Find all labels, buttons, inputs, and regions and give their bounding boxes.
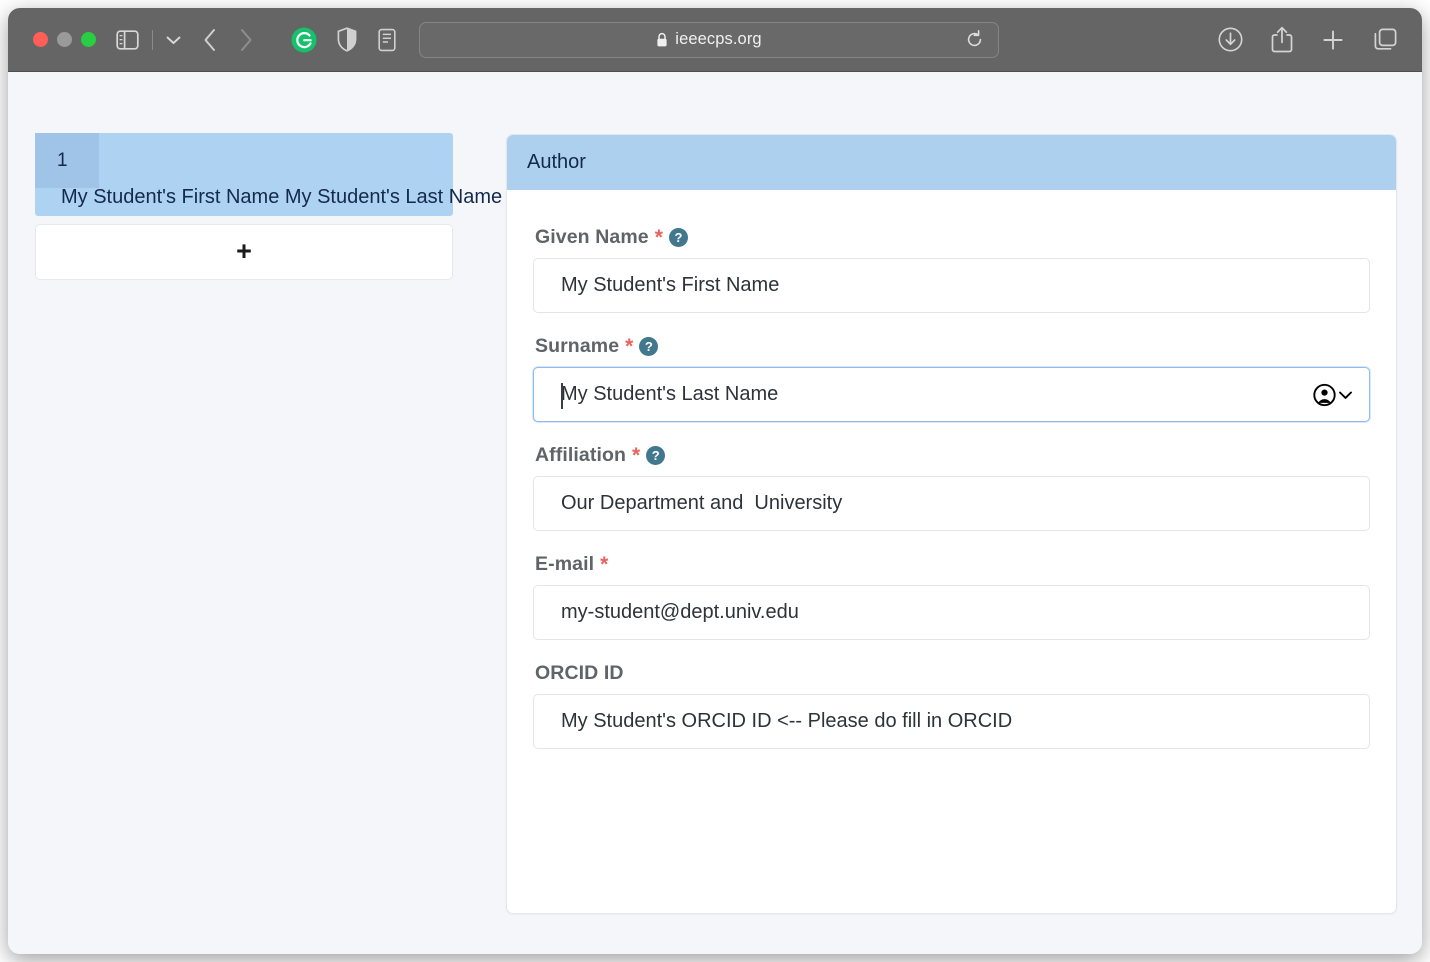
- grammarly-extension-icon[interactable]: [291, 23, 317, 57]
- required-marker: *: [654, 226, 663, 249]
- label-text: Surname: [535, 335, 620, 357]
- field-affiliation: Affiliation * ? Our Department and Unive…: [533, 444, 1370, 531]
- author-chip-list: 1 My Student's First Name My Student's L…: [35, 133, 502, 280]
- affiliation-input[interactable]: Our Department and University: [533, 476, 1370, 531]
- author-panel-title: Author: [507, 135, 1396, 190]
- author-card-name: My Student's First Name My Student's Las…: [61, 186, 503, 208]
- label-affiliation: Affiliation * ?: [535, 444, 1370, 467]
- sidebar-controls: [116, 23, 181, 57]
- author-card-1[interactable]: 1 My Student's First Name My Student's L…: [35, 133, 502, 216]
- chevron-down-icon: [1339, 391, 1352, 399]
- label-email: E-mail *: [535, 553, 1370, 576]
- text-cursor: [561, 383, 563, 409]
- affiliation-value: Our Department and University: [561, 492, 843, 514]
- browser-window: ieeecps.org 1 My Student's First Name My…: [8, 8, 1422, 954]
- reload-icon[interactable]: [965, 30, 984, 49]
- field-surname: Surname * ? My Student's Last Name: [533, 335, 1370, 422]
- surname-value: My Student's Last Name: [561, 383, 779, 405]
- label-text: Affiliation: [535, 444, 627, 466]
- new-tab-icon[interactable]: [1321, 23, 1345, 57]
- field-email: E-mail * my-student@dept.univ.edu: [533, 553, 1370, 640]
- orcid-id-input[interactable]: My Student's ORCID ID <-- Please do fill…: [533, 694, 1370, 749]
- extension-buttons: [291, 23, 397, 57]
- back-icon[interactable]: [203, 23, 217, 57]
- help-icon[interactable]: ?: [646, 446, 666, 465]
- given-name-input[interactable]: My Student's First Name: [533, 258, 1370, 313]
- shield-privacy-icon[interactable]: [337, 23, 357, 57]
- toolbar-right-buttons: [1218, 23, 1404, 57]
- share-icon[interactable]: [1271, 23, 1293, 57]
- forward-icon[interactable]: [239, 23, 253, 57]
- required-marker: *: [600, 553, 609, 576]
- minimize-window-button[interactable]: [57, 32, 72, 47]
- person-circle-icon: [1313, 383, 1336, 406]
- label-given-name: Given Name * ?: [535, 226, 1370, 249]
- orcid-id-value: My Student's ORCID ID <-- Please do fill…: [561, 710, 1013, 732]
- navigation-buttons: [203, 23, 253, 57]
- author-form: Given Name * ? My Student's First Name S…: [507, 190, 1396, 749]
- toolbar-divider: [152, 29, 153, 50]
- address-bar[interactable]: ieeecps.org: [419, 21, 999, 58]
- page-content: 1 My Student's First Name My Student's L…: [8, 72, 1422, 954]
- email-input[interactable]: my-student@dept.univ.edu: [533, 585, 1370, 640]
- url-text: ieeecps.org: [675, 30, 762, 48]
- autofill-contact-button[interactable]: [1313, 383, 1353, 406]
- author-form-panel: Author Given Name * ? My Student's First…: [506, 134, 1397, 914]
- label-text: Given Name: [535, 226, 649, 248]
- help-icon[interactable]: ?: [669, 228, 688, 247]
- given-name-value: My Student's First Name: [561, 274, 780, 296]
- field-orcid-id: ORCID ID My Student's ORCID ID <-- Pleas…: [533, 662, 1370, 749]
- label-surname: Surname * ?: [535, 335, 1370, 358]
- sidebar-toggle-icon[interactable]: [116, 23, 139, 57]
- email-value: my-student@dept.univ.edu: [561, 601, 799, 623]
- label-orcid-id: ORCID ID: [535, 662, 1370, 685]
- label-text: ORCID ID: [535, 662, 624, 684]
- traffic-lights: [33, 32, 96, 47]
- label-text: E-mail: [535, 553, 595, 575]
- tab-overview-icon[interactable]: [1373, 23, 1398, 57]
- required-marker: *: [625, 335, 634, 358]
- close-window-button[interactable]: [33, 32, 48, 47]
- required-marker: *: [632, 444, 641, 467]
- surname-input[interactable]: My Student's Last Name: [533, 367, 1370, 422]
- lock-icon: [656, 32, 668, 48]
- chevron-down-icon[interactable]: [166, 23, 181, 57]
- url-display: ieeecps.org: [420, 30, 998, 49]
- field-given-name: Given Name * ? My Student's First Name: [533, 226, 1370, 313]
- reader-view-icon[interactable]: [377, 23, 397, 57]
- help-icon[interactable]: ?: [639, 337, 659, 356]
- downloads-icon[interactable]: [1218, 23, 1243, 57]
- add-author-button[interactable]: +: [35, 224, 453, 280]
- zoom-window-button[interactable]: [81, 32, 96, 47]
- plus-icon: +: [236, 235, 252, 266]
- browser-toolbar: ieeecps.org: [8, 8, 1422, 72]
- author-card-number: 1: [35, 133, 99, 188]
